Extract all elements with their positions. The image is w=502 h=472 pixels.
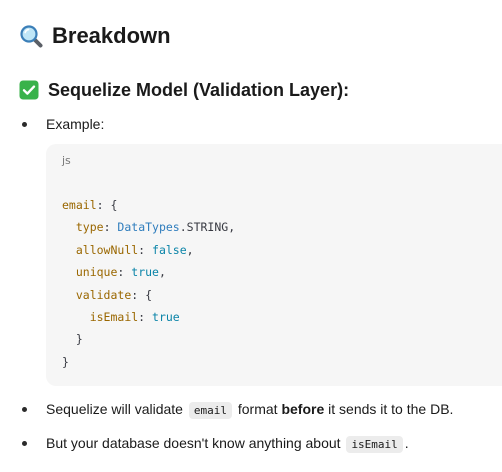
code-token-punct: } <box>75 332 83 347</box>
check-mark-button-icon <box>19 80 39 100</box>
section-heading-text: Breakdown <box>52 23 171 48</box>
text-run: it sends it to the DB. <box>324 401 454 417</box>
code-token-bool: true <box>131 265 159 280</box>
bullet-dot <box>22 122 27 127</box>
code-token-bool: false <box>152 242 187 257</box>
code-content: email: { type: DataTypes.STRING, allowNu… <box>62 194 235 373</box>
code-block: js email: { type: DataTypes.STRING, allo… <box>46 144 502 386</box>
code-token-punct: , <box>158 265 166 280</box>
code-token-key: isEmail <box>89 310 139 325</box>
subsection-heading: Sequelize Model (Validation Layer): <box>19 78 349 102</box>
inline-code: email <box>188 402 232 419</box>
text-run: Sequelize will validate <box>46 401 187 417</box>
list-item-example: Example: <box>22 114 104 134</box>
code-token-punct: .STRING, <box>179 220 236 235</box>
code-token-punct: : <box>138 242 153 257</box>
code-token-bool: true <box>152 310 180 325</box>
code-token-punct: } <box>62 354 69 369</box>
list-item-database: But your database doesn't know anything … <box>22 433 409 455</box>
code-language-label: js <box>62 154 71 167</box>
code-token-type: DataTypes <box>117 220 180 235</box>
code-token-punct: : { <box>96 198 118 212</box>
text-run: But your database doesn't know anything … <box>46 435 345 451</box>
code-token-key: email <box>62 198 97 212</box>
list-item-text: Sequelize will validate email format bef… <box>46 399 453 421</box>
code-token-punct: : { <box>131 287 153 302</box>
bullet-dot <box>22 441 27 446</box>
text-run: format <box>233 401 282 417</box>
inline-code: isEmail <box>346 436 403 453</box>
magnifying-glass-icon <box>19 24 43 48</box>
code-token-key: type <box>75 220 104 235</box>
bullet-dot <box>22 407 27 412</box>
list-item-validate: Sequelize will validate email format bef… <box>22 399 453 421</box>
list-item-text: But your database doesn't know anything … <box>46 433 409 455</box>
section-heading: Breakdown <box>19 22 171 50</box>
subsection-heading-text: Sequelize Model (Validation Layer): <box>48 80 350 100</box>
code-token-punct: : <box>138 310 153 325</box>
code-token-punct: : <box>103 220 118 235</box>
code-token-punct: : <box>117 265 132 280</box>
text-run: . <box>404 435 409 451</box>
code-token-key: unique <box>75 265 118 280</box>
bold-text: before <box>281 401 325 417</box>
code-token-key: allowNull <box>75 242 139 257</box>
code-token-punct: , <box>186 242 194 257</box>
list-item-text: Example: <box>46 116 105 132</box>
code-token-key: validate <box>75 287 132 302</box>
